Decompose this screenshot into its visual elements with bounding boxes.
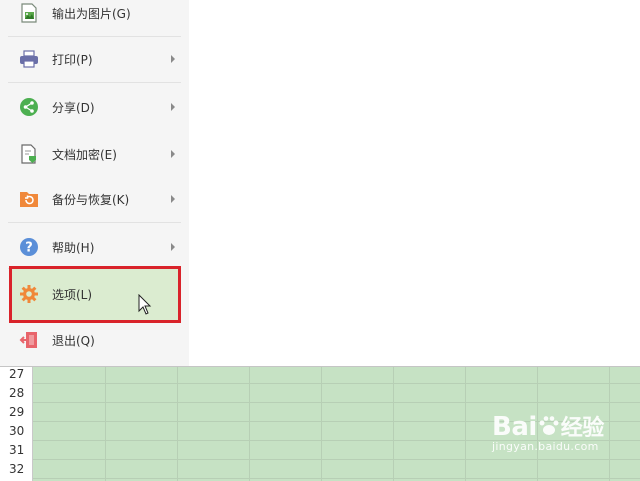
watermark-url: jingyan.baidu.com [492,440,599,453]
submenu-arrow-icon [171,195,175,203]
submenu-arrow-icon [171,243,175,251]
mouse-cursor-icon [138,294,152,315]
annotation-highlight-box [9,266,181,323]
table-row: 28 [0,384,640,403]
help-icon: ? [19,237,39,257]
printer-icon [19,49,39,69]
menu-divider [8,82,181,83]
table-row: 27 [0,367,640,384]
row-header[interactable]: 27 [0,367,33,384]
menu-item-label: 帮助(H) [52,240,95,255]
watermark-brand-text: Bai [492,412,537,442]
menu-item-export-image[interactable]: 输出为图片(G) [0,0,189,31]
menu-item-backup-restore[interactable]: 备份与恢复(K) [0,181,189,217]
menu-item-label: 文档加密(E) [52,147,117,162]
table-row: 32 [0,460,640,479]
encrypt-document-icon [19,144,39,164]
file-menu: 输出为图片(G) 打印(P) 分享(D) 文档加密(E) 备份与恢复(K) ? … [0,0,189,366]
submenu-arrow-icon [171,103,175,111]
menu-item-label: 输出为图片(G) [52,6,131,21]
row-header[interactable]: 31 [0,441,33,460]
menu-item-encrypt-document[interactable]: 文档加密(E) [0,136,189,172]
watermark-brand: Bai 经验 [492,410,604,442]
row-header[interactable]: 28 [0,384,33,403]
row-header[interactable]: 29 [0,403,33,422]
submenu-arrow-icon [171,150,175,158]
menu-divider [8,36,181,37]
row-header[interactable]: 32 [0,460,33,479]
exit-icon [19,330,39,350]
export-image-icon [19,3,39,23]
menu-item-label: 分享(D) [52,100,95,115]
row-header[interactable]: 30 [0,422,33,441]
submenu-arrow-icon [171,55,175,63]
menu-item-label: 退出(Q) [52,333,95,348]
share-icon [19,97,39,117]
menu-item-exit[interactable]: 退出(Q) [0,322,189,358]
watermark-brand-suffix: 经验 [560,416,605,441]
paw-icon [539,416,559,435]
menu-item-share[interactable]: 分享(D) [0,89,189,125]
menu-item-label: 备份与恢复(K) [52,192,130,207]
baidu-watermark: Bai 经验 jingyan.baidu.com [492,410,604,453]
svg-text:?: ? [25,241,33,256]
menu-divider [8,222,181,223]
menu-item-label: 打印(P) [52,52,93,67]
backup-restore-icon [19,189,39,209]
menu-item-print[interactable]: 打印(P) [0,41,189,77]
menu-item-help[interactable]: ? 帮助(H) [0,229,189,265]
